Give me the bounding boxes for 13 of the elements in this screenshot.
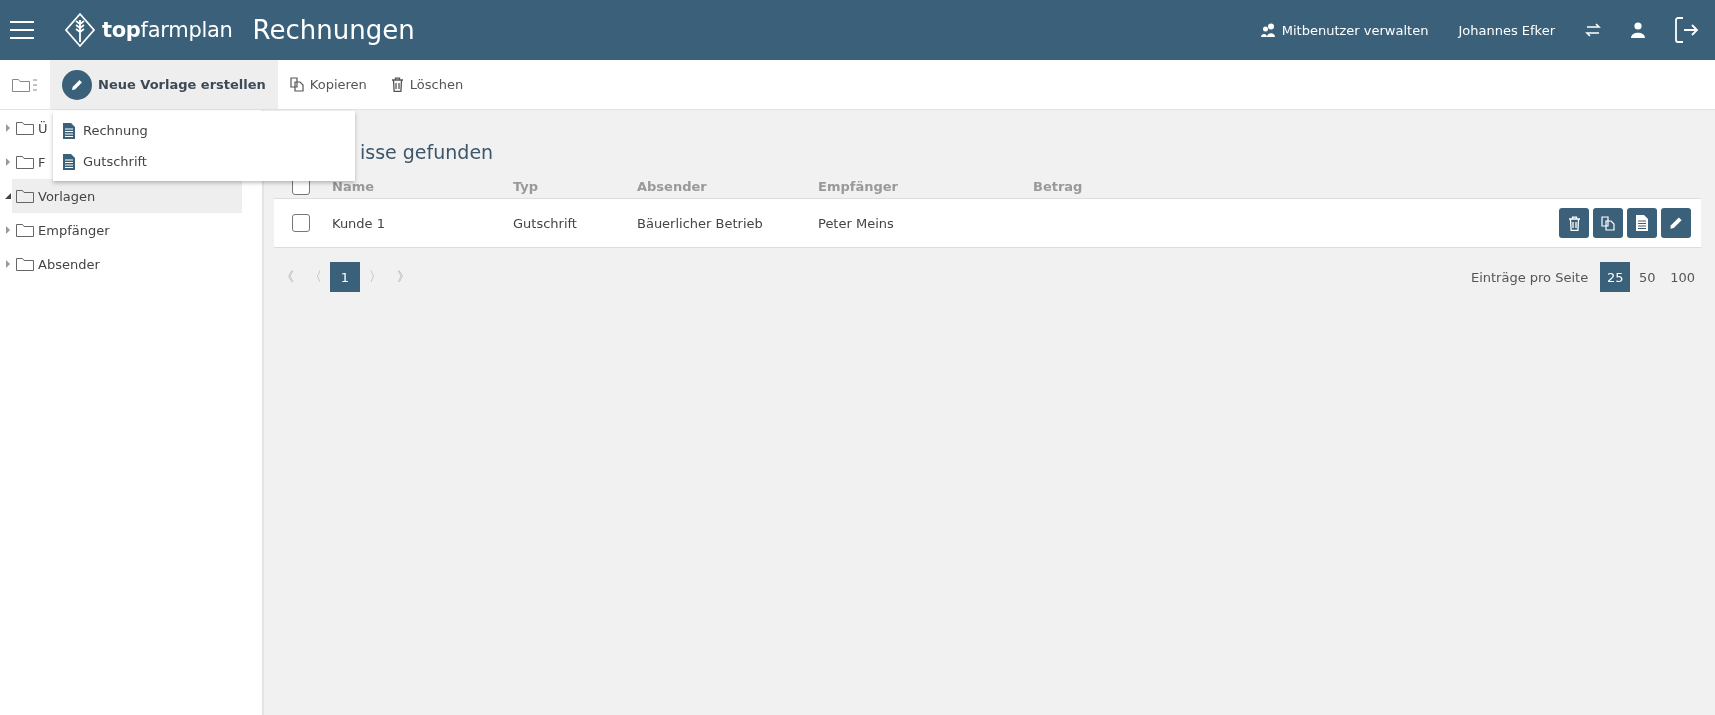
table-cell-text: Peter Meins: [818, 215, 895, 231]
table-cell-text: Kunde 1: [332, 215, 386, 231]
folder-label: F: [38, 154, 46, 170]
folder-label: Ü: [38, 120, 48, 136]
table-cell-text: Bäuerlicher Betrieb: [637, 215, 764, 231]
folder-label: Empfänger: [38, 222, 110, 238]
table-cell-text: Gutschrift: [513, 215, 578, 231]
page-size-label: Einträge pro Seite: [1470, 269, 1589, 285]
brand-name: topfarmplan: [102, 18, 233, 42]
page-title: Rechnungen: [252, 15, 415, 45]
results-heading: isse gefunden: [359, 140, 495, 165]
folder-label: Vorlagen: [38, 188, 96, 204]
folder-label: Absender: [38, 256, 100, 272]
